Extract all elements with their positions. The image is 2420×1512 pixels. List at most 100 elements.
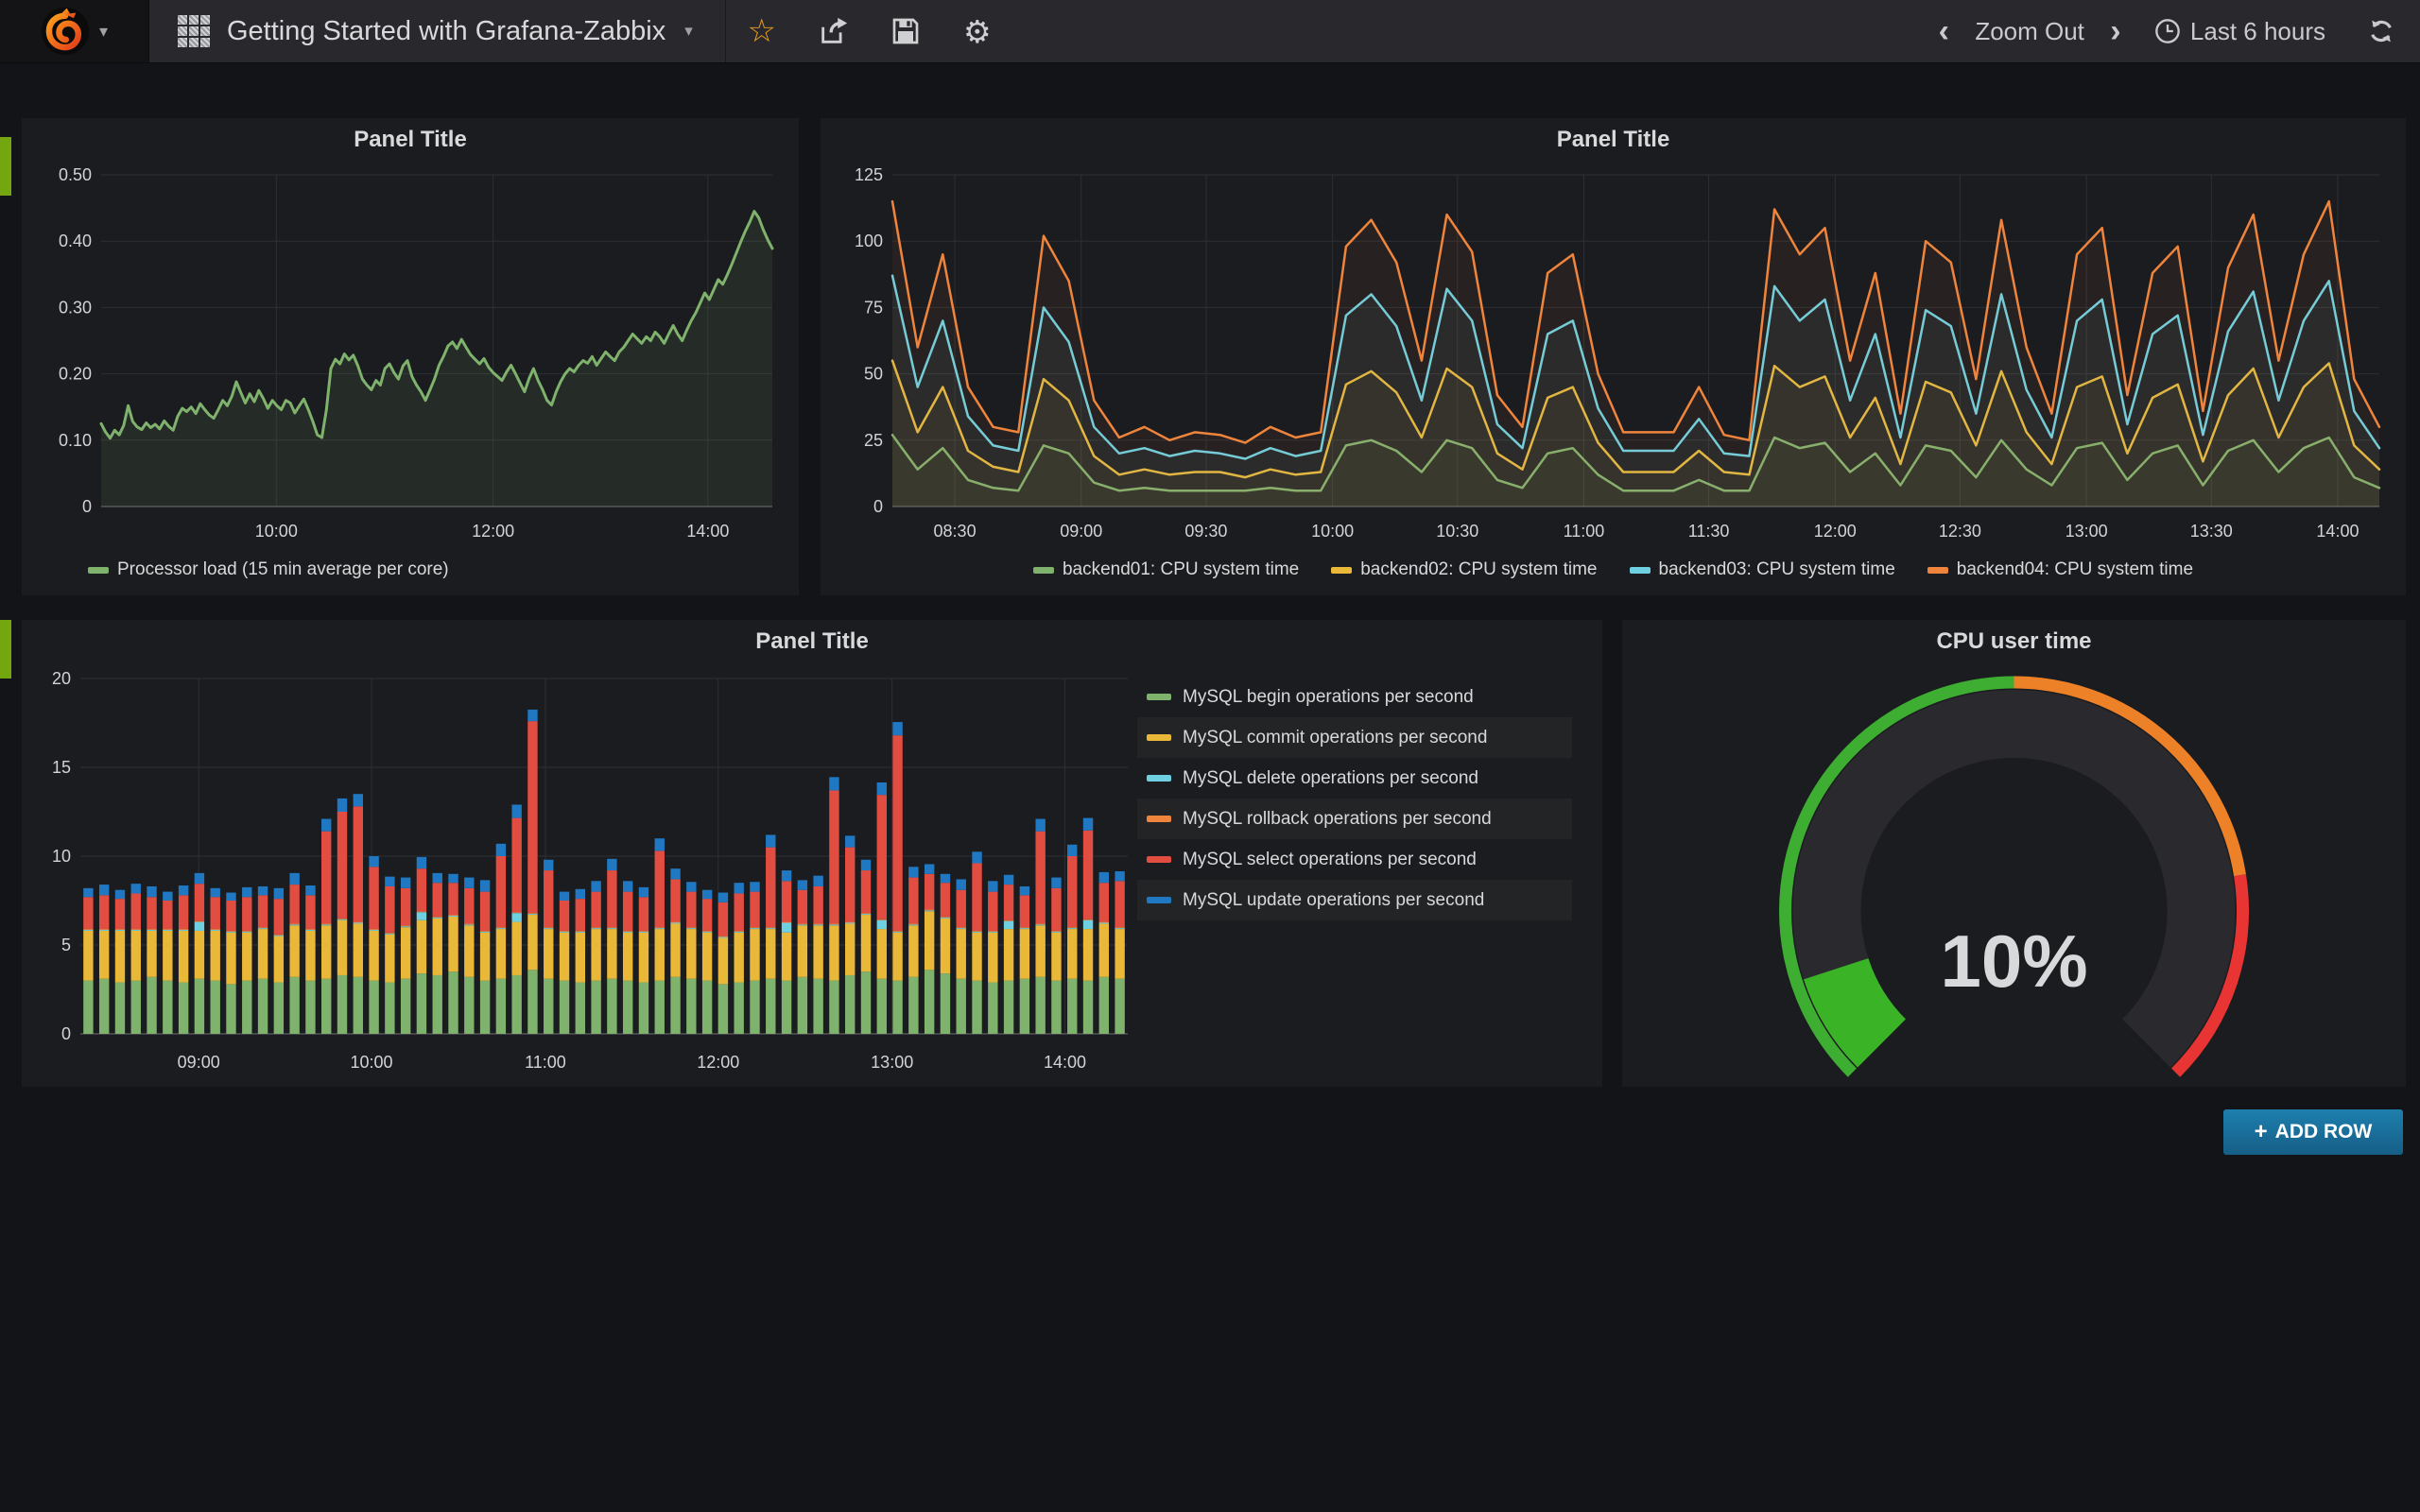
- time-shift-forward-button[interactable]: ›: [2094, 0, 2137, 62]
- legend-item[interactable]: MySQL update operations per second: [1137, 880, 1572, 920]
- svg-text:0.50: 0.50: [59, 165, 92, 184]
- zoom-out-button[interactable]: Zoom Out: [1969, 0, 2090, 62]
- svg-text:09:30: 09:30: [1184, 522, 1227, 541]
- panel-cpu-user-time: CPU user time 10%: [1622, 620, 2406, 1087]
- svg-text:20: 20: [52, 669, 71, 688]
- bar-chart-mysql-operations[interactable]: 09:0010:0011:0012:0013:0014:0005101520: [33, 663, 1137, 1075]
- legend-series-label: MySQL rollback operations per second: [1183, 809, 1492, 830]
- legend-series-color: [1630, 567, 1651, 574]
- legend-item[interactable]: MySQL rollback operations per second: [1137, 799, 1572, 839]
- legend-item[interactable]: backend01: CPU system time: [1033, 559, 1299, 580]
- dashboard-title-button[interactable]: Getting Started with Grafana-Zabbix ▾: [149, 0, 726, 62]
- legend-series-color: [1331, 567, 1352, 574]
- svg-text:14:00: 14:00: [2316, 522, 2359, 541]
- time-controls: ‹ Zoom Out › Last 6 hours: [1922, 0, 2420, 62]
- share-button[interactable]: [798, 0, 870, 62]
- svg-text:11:00: 11:00: [525, 1053, 566, 1072]
- settings-button[interactable]: ⚙: [942, 0, 1013, 62]
- legend-series-color: [1033, 567, 1054, 574]
- legend-item[interactable]: backend04: CPU system time: [1927, 559, 2193, 580]
- svg-text:0.40: 0.40: [59, 232, 92, 250]
- panel-title[interactable]: Panel Title: [22, 620, 1602, 663]
- save-icon: [890, 16, 921, 46]
- svg-text:0.10: 0.10: [59, 431, 92, 450]
- legend-series-color: [1147, 897, 1171, 903]
- legend-item[interactable]: Processor load (15 min average per core): [88, 559, 449, 580]
- time-range-picker[interactable]: Last 6 hours: [2141, 0, 2339, 62]
- legend-item[interactable]: MySQL begin operations per second: [1137, 677, 1572, 717]
- grafana-logo[interactable]: ▾: [0, 0, 149, 62]
- gear-icon: ⚙: [963, 16, 992, 47]
- add-row-label: ADD ROW: [2275, 1121, 2373, 1143]
- legend-series-label: backend02: CPU system time: [1360, 559, 1597, 580]
- gauge-cpu-user-time: 10%: [1634, 663, 2394, 1079]
- legend-item[interactable]: MySQL delete operations per second: [1137, 758, 1572, 799]
- svg-text:08:30: 08:30: [934, 522, 977, 541]
- legend-series-color: [88, 567, 109, 574]
- svg-text:0: 0: [82, 497, 92, 516]
- panel-cpu-system-time: Panel Title 08:3009:0009:3010:0010:3011:…: [821, 118, 2406, 595]
- svg-text:14:00: 14:00: [686, 522, 729, 541]
- time-range-label: Last 6 hours: [2190, 17, 2325, 46]
- svg-text:75: 75: [864, 298, 883, 317]
- svg-text:12:00: 12:00: [472, 522, 514, 541]
- add-row-button[interactable]: + ADD ROW: [2223, 1109, 2403, 1155]
- legend-series-label: MySQL delete operations per second: [1183, 768, 1478, 789]
- panel-processor-load: Panel Title 10:0012:0014:0000.100.200.30…: [22, 118, 799, 595]
- share-icon: [818, 15, 850, 47]
- legend-series-color: [1147, 856, 1171, 863]
- legend-series-color: [1147, 734, 1171, 741]
- logo-caret-icon: ▾: [99, 22, 108, 42]
- time-shift-back-button[interactable]: ‹: [1922, 0, 1965, 62]
- legend-series-color: [1147, 775, 1171, 782]
- svg-text:11:30: 11:30: [1688, 522, 1730, 541]
- svg-text:12:00: 12:00: [697, 1053, 739, 1072]
- panel-title[interactable]: Panel Title: [22, 118, 799, 162]
- legend-series-label: Processor load (15 min average per core): [117, 559, 449, 580]
- panel-title[interactable]: CPU user time: [1622, 620, 2406, 663]
- svg-text:11:00: 11:00: [1564, 522, 1605, 541]
- line-chart-cpu-system-time[interactable]: 08:3009:0009:3010:0010:3011:0011:3012:00…: [832, 162, 2394, 544]
- svg-text:0.30: 0.30: [59, 298, 92, 317]
- save-button[interactable]: [870, 0, 942, 62]
- svg-text:0: 0: [61, 1024, 71, 1043]
- chart-legend: Processor load (15 min average per core): [33, 549, 787, 591]
- refresh-button[interactable]: [2360, 0, 2403, 62]
- star-icon: ☆: [748, 15, 776, 47]
- legend-series-label: MySQL begin operations per second: [1183, 687, 1474, 708]
- svg-text:15: 15: [52, 758, 71, 777]
- plus-icon: +: [2255, 1119, 2268, 1145]
- legend-series-label: backend04: CPU system time: [1957, 559, 2193, 580]
- line-chart-processor-load[interactable]: 10:0012:0014:0000.100.200.300.400.50: [33, 162, 787, 544]
- svg-text:10:00: 10:00: [255, 522, 298, 541]
- svg-text:50: 50: [864, 365, 883, 384]
- legend-item[interactable]: MySQL commit operations per second: [1137, 717, 1572, 758]
- svg-text:13:00: 13:00: [871, 1053, 913, 1072]
- dashboard-grid-icon: [178, 15, 210, 47]
- chart-legend: backend01: CPU system time backend02: CPU…: [832, 549, 2394, 591]
- legend-series-label: MySQL select operations per second: [1183, 850, 1477, 870]
- svg-text:5: 5: [61, 936, 71, 954]
- svg-text:09:00: 09:00: [1060, 522, 1102, 541]
- row-collapse-handle[interactable]: [0, 620, 11, 679]
- legend-series-color: [1147, 694, 1171, 700]
- panel-title[interactable]: Panel Title: [821, 118, 2406, 162]
- legend-item[interactable]: backend03: CPU system time: [1630, 559, 1895, 580]
- panel-mysql-operations: Panel Title 09:00 10:00 11:00 12:00 13:00 14:…: [22, 620, 1602, 1087]
- svg-text:25: 25: [864, 431, 883, 450]
- chart-legend: MySQL begin operations per second MySQL c…: [1137, 677, 1572, 1075]
- legend-item[interactable]: MySQL select operations per second: [1137, 839, 1572, 880]
- svg-text:14:00: 14:00: [1044, 1053, 1086, 1072]
- legend-series-label: MySQL update operations per second: [1183, 890, 1484, 911]
- title-caret-icon: ▾: [684, 22, 693, 41]
- legend-series-label: backend01: CPU system time: [1063, 559, 1299, 580]
- legend-item[interactable]: backend02: CPU system time: [1331, 559, 1597, 580]
- svg-text:13:00: 13:00: [2066, 522, 2108, 541]
- svg-text:12:30: 12:30: [1939, 522, 1981, 541]
- svg-text:09:00: 09:00: [178, 1053, 220, 1072]
- svg-text:10%: 10%: [1940, 919, 2087, 1003]
- svg-text:10:00: 10:00: [351, 1053, 393, 1072]
- star-button[interactable]: ☆: [726, 0, 798, 62]
- svg-text:125: 125: [855, 165, 883, 184]
- row-collapse-handle[interactable]: [0, 137, 11, 196]
